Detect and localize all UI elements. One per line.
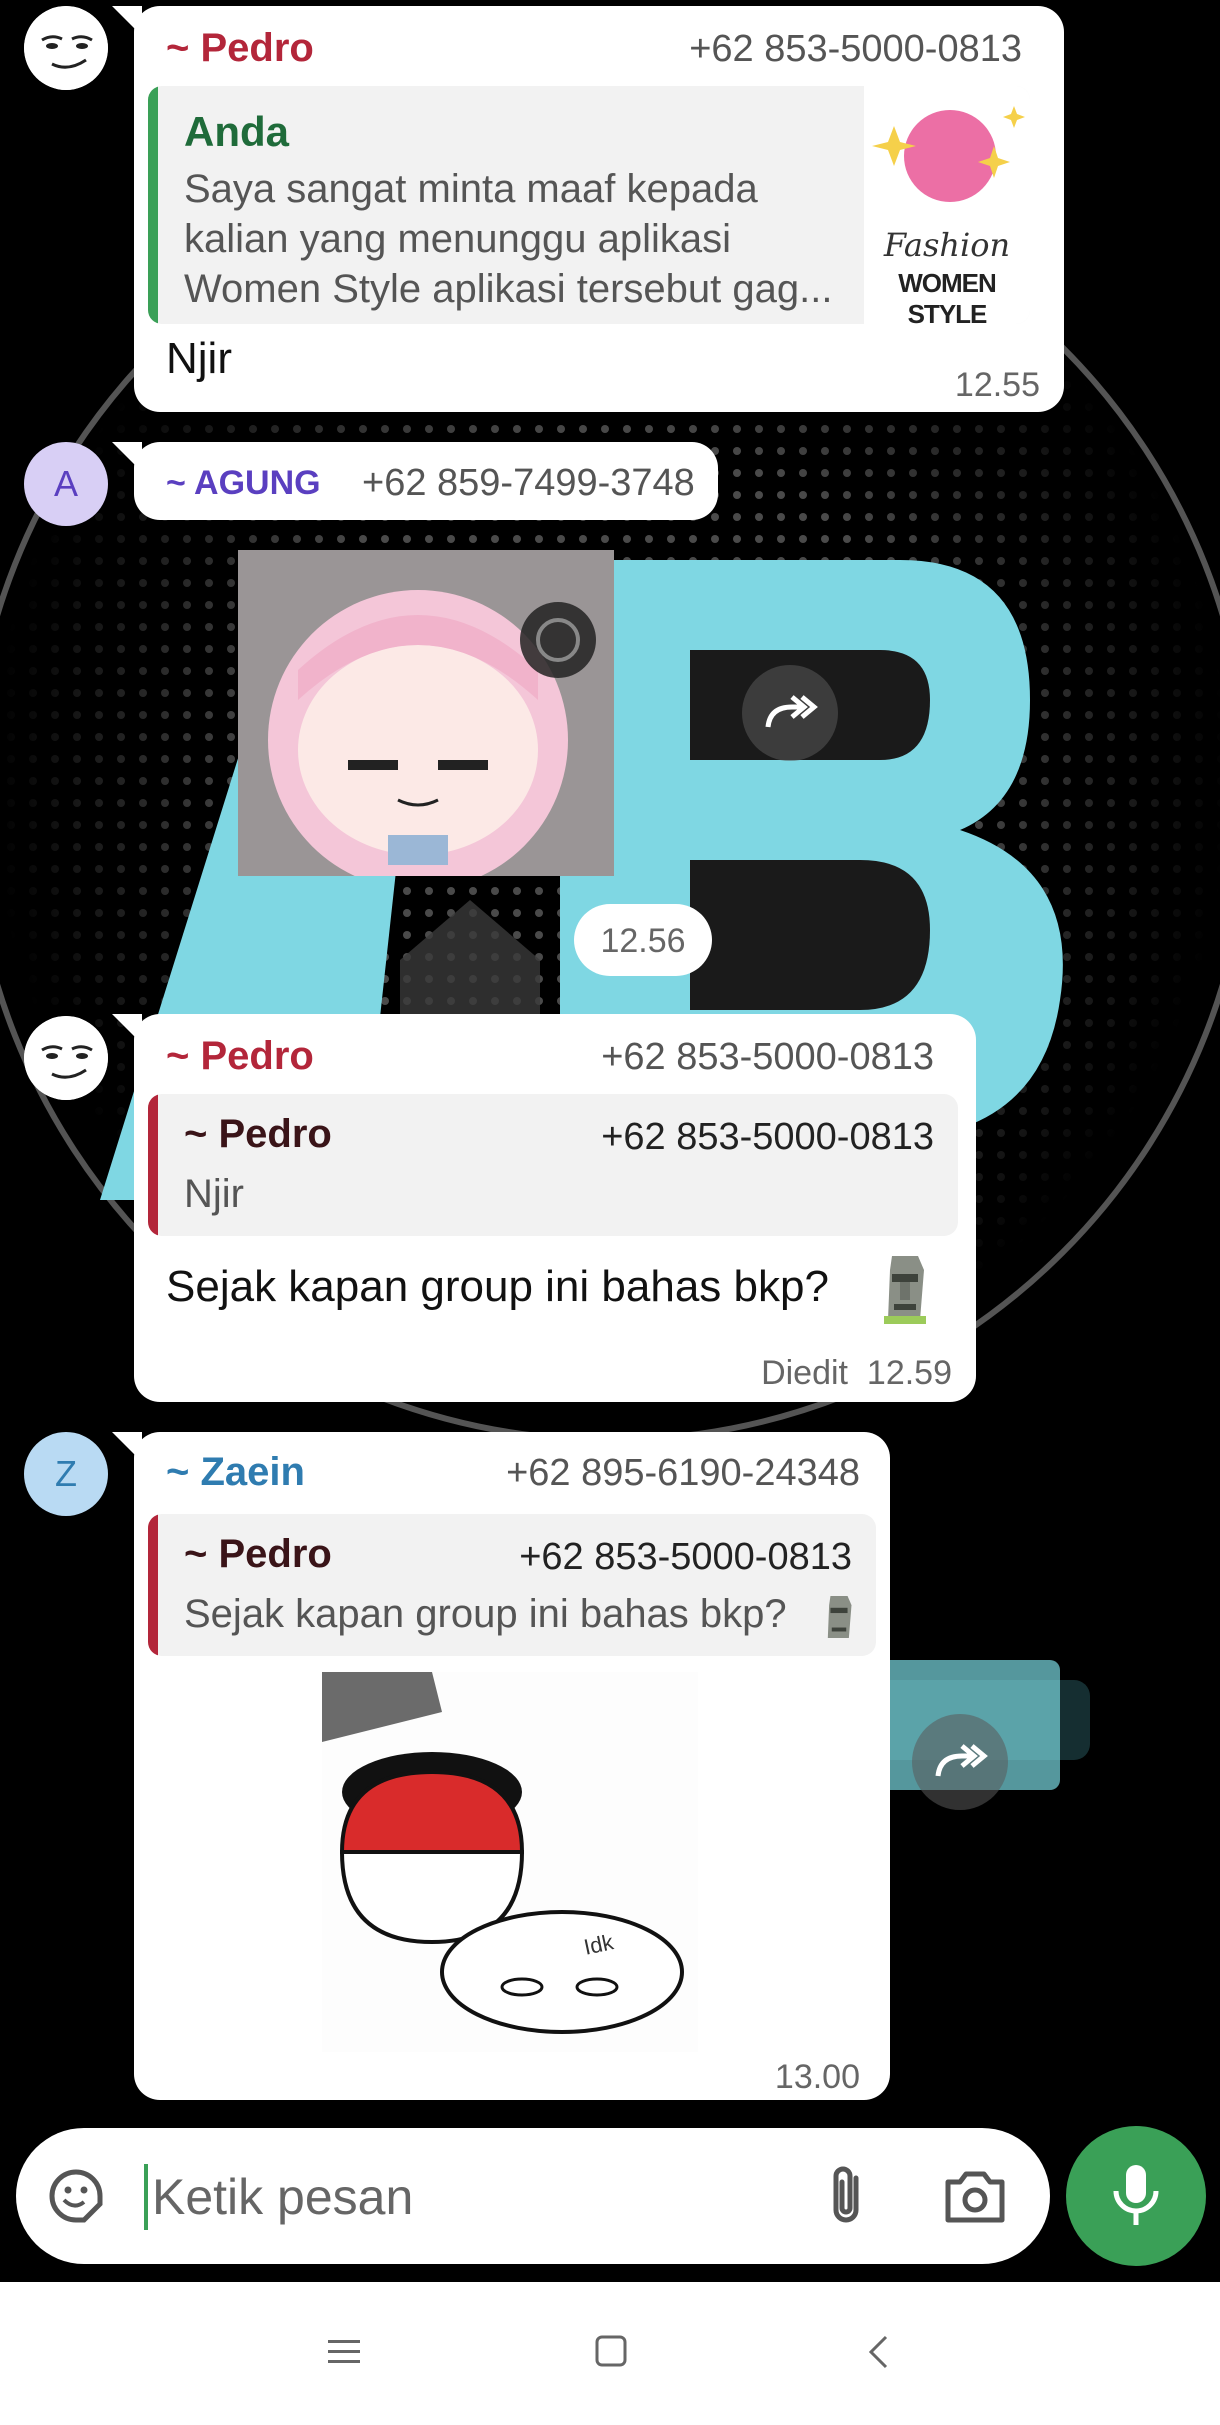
avatar-pedro[interactable] bbox=[24, 6, 108, 90]
quoted-message[interactable]: ~ Pedro +62 853-5000-0813 Njir bbox=[148, 1094, 958, 1236]
system-navigation-bar bbox=[0, 2282, 1220, 2425]
quoted-message[interactable]: Anda Saya sangat minta maaf kepada kalia… bbox=[148, 86, 1030, 324]
message-input[interactable]: Ketik pesan bbox=[152, 2168, 413, 2226]
quote-author: ~ Pedro bbox=[184, 1112, 332, 1156]
forward-button[interactable] bbox=[742, 665, 838, 761]
forward-icon bbox=[935, 1744, 988, 1777]
quote-phone: +62 853-5000-0813 bbox=[601, 1116, 934, 1158]
menu-icon[interactable] bbox=[326, 2336, 362, 2368]
microphone-icon bbox=[1113, 2165, 1159, 2225]
message-bubble[interactable]: ~ Zaein +62 895-6190-24348 ~ Pedro +62 8… bbox=[112, 1432, 890, 2100]
forward-icon bbox=[765, 695, 818, 728]
message-text: Sejak kapan group ini bahas bkp? bbox=[166, 1262, 829, 1311]
women-style-logo-icon bbox=[872, 106, 1025, 202]
avatar-zaein[interactable]: Z bbox=[24, 1432, 108, 1516]
moai-emoji-icon bbox=[884, 1256, 926, 1324]
quote-text: Njir bbox=[184, 1172, 244, 1216]
quote-author: Anda bbox=[184, 108, 289, 155]
attachment-icon[interactable] bbox=[816, 2164, 876, 2228]
sender-header-bubble[interactable]: ~ AGUNG +62 859-7499-3748 bbox=[112, 442, 718, 520]
sender-name[interactable]: ~ Pedro bbox=[166, 26, 314, 71]
quote-author: ~ Pedro bbox=[184, 1532, 332, 1576]
message-composer: Ketik pesan bbox=[16, 2128, 1050, 2264]
quote-thumbnail: Fashion WOMEN STYLE bbox=[864, 86, 1030, 324]
polandball-sticker[interactable]: Idk bbox=[322, 1672, 698, 2052]
forward-button[interactable] bbox=[912, 1714, 1008, 1810]
sticker-time-badge: 12.56 bbox=[574, 904, 712, 976]
edited-label: Diedit bbox=[761, 1354, 848, 1392]
sender-name[interactable]: ~ Pedro bbox=[166, 1034, 314, 1079]
avatar-pedro[interactable] bbox=[24, 1016, 108, 1100]
text-cursor bbox=[144, 2164, 148, 2230]
message-time: 12.55 bbox=[954, 366, 1040, 404]
message-text: Njir bbox=[166, 334, 232, 383]
anime-girl-sticker[interactable] bbox=[238, 550, 614, 876]
avatar-agung[interactable]: A bbox=[24, 442, 108, 526]
message-bubble[interactable]: ~ Pedro +62 853-5000-0813 ~ Pedro +62 85… bbox=[112, 1014, 976, 1402]
sender-phone: +62 859-7499-3748 bbox=[362, 462, 695, 504]
message-bubble[interactable]: ~ Pedro +62 853-5000-0813 Anda Saya sang… bbox=[112, 6, 1064, 412]
home-icon[interactable] bbox=[594, 2334, 628, 2368]
quote-text: Saya sangat minta maaf kepada kalian yan… bbox=[184, 167, 833, 311]
quote-phone: +62 853-5000-0813 bbox=[519, 1536, 852, 1578]
sender-name[interactable]: ~ AGUNG bbox=[166, 464, 321, 503]
quote-text: Sejak kapan group ini bahas bkp? bbox=[184, 1592, 787, 1636]
microphone-button[interactable] bbox=[1066, 2126, 1206, 2266]
message-time: Diedit 12.59 bbox=[761, 1354, 952, 1392]
camera-icon[interactable] bbox=[942, 2166, 1008, 2226]
moai-emoji-icon bbox=[827, 1595, 852, 1639]
sender-phone: +62 853-5000-0813 bbox=[689, 28, 1022, 70]
back-icon[interactable] bbox=[866, 2334, 890, 2370]
quoted-message[interactable]: ~ Pedro +62 853-5000-0813 Sejak kapan gr… bbox=[148, 1514, 876, 1656]
emoji-sticker-icon[interactable] bbox=[44, 2164, 108, 2228]
message-time: 13.00 bbox=[774, 2058, 860, 2096]
sender-phone: +62 895-6190-24348 bbox=[506, 1452, 860, 1494]
sender-phone: +62 853-5000-0813 bbox=[601, 1036, 934, 1078]
sender-name[interactable]: ~ Zaein bbox=[166, 1450, 305, 1495]
